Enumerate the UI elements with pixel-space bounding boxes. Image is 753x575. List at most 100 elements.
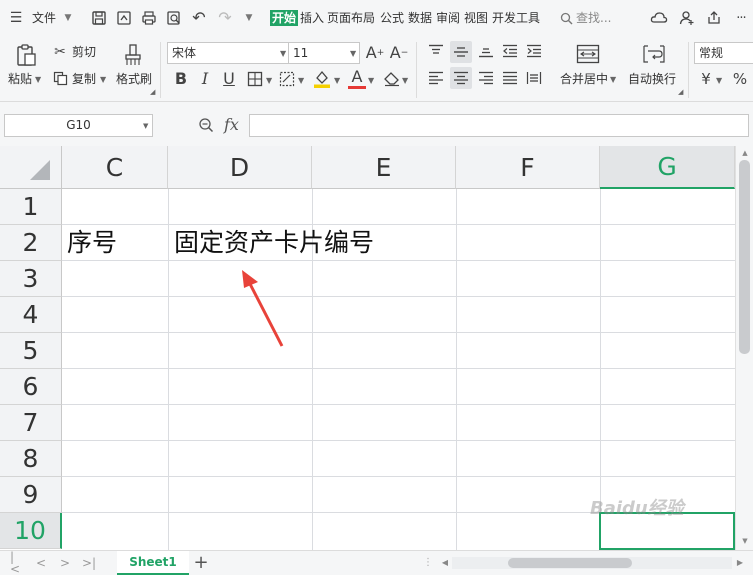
align-bottom-icon[interactable] [476, 41, 496, 61]
percent-button[interactable]: % [732, 69, 748, 89]
merge-center-icon[interactable] [575, 42, 601, 66]
column-header-f[interactable]: F [456, 146, 600, 189]
share-icon[interactable] [705, 9, 723, 27]
align-center-icon[interactable] [450, 67, 472, 89]
row-header-3[interactable]: 3 [0, 261, 62, 297]
scroll-up-icon[interactable]: ▲ [740, 148, 750, 158]
horizontal-scrollbar-thumb[interactable] [508, 558, 632, 568]
row-header-8[interactable]: 8 [0, 441, 62, 477]
print-preview-icon[interactable] [165, 9, 183, 27]
row-header-2[interactable]: 2 [0, 225, 62, 261]
print-icon[interactable] [140, 9, 158, 27]
more-options-icon[interactable]: ··· [732, 9, 750, 27]
eraser-icon[interactable] [382, 69, 402, 89]
cell-d2[interactable]: 固定资产卡片编号 [168, 225, 374, 261]
column-header-g[interactable]: G [600, 146, 735, 189]
redo-icon[interactable]: ↷ [216, 9, 234, 27]
scissors-icon[interactable]: ✂ [52, 44, 68, 60]
select-all-corner[interactable] [0, 146, 62, 189]
borders-dropdown-icon[interactable]: ▼ [266, 76, 272, 85]
quick-access-chevron-icon[interactable]: ▼ [243, 12, 255, 24]
align-right-icon[interactable] [476, 68, 496, 88]
merge-center-button[interactable]: 合并居中 [560, 72, 608, 86]
cell-c2[interactable]: 序号 [62, 225, 168, 261]
vertical-scrollbar[interactable]: ▲ ▼ [735, 146, 753, 550]
borders-icon[interactable] [246, 70, 264, 88]
font-color-icon[interactable]: A [348, 67, 366, 89]
fill-color-dropdown-icon[interactable]: ▼ [334, 76, 340, 85]
search-box[interactable]: 查找... [576, 11, 611, 25]
format-painter-icon[interactable] [122, 42, 144, 68]
alignment-launcher-icon[interactable]: ◢ [678, 88, 683, 96]
cell-style-icon[interactable] [278, 70, 296, 88]
row-header-9[interactable]: 9 [0, 477, 62, 513]
scroll-down-icon[interactable]: ▼ [740, 536, 750, 546]
clear-dropdown-icon[interactable]: ▼ [402, 76, 408, 85]
cell-style-dropdown-icon[interactable]: ▼ [298, 76, 304, 85]
chevron-down-icon[interactable]: ▼ [62, 12, 74, 24]
number-format-select[interactable]: 常规 [694, 42, 753, 64]
name-box[interactable]: G10 [4, 114, 153, 137]
paste-dropdown-icon[interactable]: ▼ [35, 75, 41, 84]
formula-input[interactable] [249, 114, 749, 137]
tab-data[interactable]: 数据 [408, 11, 432, 25]
tab-page-layout[interactable]: 页面布局 [327, 11, 375, 25]
name-box-dropdown-icon[interactable]: ▼ [143, 122, 148, 130]
insert-function-button[interactable]: fx [224, 115, 239, 134]
increase-indent-icon[interactable] [524, 41, 544, 61]
column-header-c[interactable]: C [62, 146, 168, 189]
currency-dropdown-icon[interactable]: ▼ [716, 76, 722, 85]
tab-insert[interactable]: 插入 [300, 11, 324, 25]
tab-splitter-icon[interactable]: ⋮ [423, 556, 433, 570]
save-icon[interactable] [90, 9, 108, 27]
file-menu[interactable]: 文件 [32, 11, 56, 25]
font-name-dropdown-icon[interactable]: ▼ [280, 49, 286, 58]
row-header-4[interactable]: 4 [0, 297, 62, 333]
clipboard-launcher-icon[interactable]: ◢ [150, 88, 155, 96]
prev-sheet-icon[interactable]: < [34, 556, 48, 570]
undo-icon[interactable]: ↶ [190, 9, 208, 27]
font-size-dropdown-icon[interactable]: ▼ [350, 49, 356, 58]
next-sheet-icon[interactable]: > [58, 556, 72, 570]
row-header-6[interactable]: 6 [0, 369, 62, 405]
font-color-dropdown-icon[interactable]: ▼ [368, 76, 374, 85]
scroll-left-icon[interactable]: ◀ [440, 557, 450, 569]
justify-icon[interactable] [500, 68, 520, 88]
scrollbar-thumb[interactable] [739, 160, 750, 354]
row-header-5[interactable]: 5 [0, 333, 62, 369]
zoom-lookup-icon[interactable] [197, 116, 215, 134]
decrease-indent-icon[interactable] [500, 41, 520, 61]
currency-button[interactable]: ¥ [698, 69, 714, 89]
wrap-text-button[interactable]: 自动换行 [628, 72, 676, 86]
font-name-select[interactable]: 宋体 [167, 42, 289, 64]
align-top-icon[interactable] [426, 41, 446, 61]
last-sheet-icon[interactable]: >| [82, 556, 96, 570]
column-header-d[interactable]: D [168, 146, 312, 189]
row-header-10[interactable]: 10 [0, 513, 62, 549]
paste-button[interactable]: 粘贴 [8, 72, 32, 86]
wrap-text-icon[interactable] [641, 42, 667, 66]
bold-button[interactable]: B [172, 69, 190, 89]
row-header-1[interactable]: 1 [0, 189, 62, 225]
share-user-icon[interactable] [678, 9, 696, 27]
align-middle-icon[interactable] [450, 41, 472, 63]
format-painter-button[interactable]: 格式刷 [116, 72, 152, 86]
scroll-right-icon[interactable]: ▶ [735, 557, 745, 569]
row-header-7[interactable]: 7 [0, 405, 62, 441]
first-sheet-icon[interactable]: |< [10, 551, 24, 575]
italic-button[interactable]: I [196, 69, 214, 89]
align-left-icon[interactable] [426, 68, 446, 88]
copy-icon[interactable] [52, 70, 68, 86]
tab-formulas[interactable]: 公式 [380, 11, 404, 25]
copy-dropdown-icon[interactable]: ▼ [100, 75, 106, 84]
horizontal-scrollbar[interactable] [452, 557, 732, 569]
paste-icon[interactable] [14, 42, 38, 68]
sheet-tab-sheet1[interactable]: Sheet1 [117, 551, 189, 575]
tab-view[interactable]: 视图 [464, 11, 488, 25]
tab-developer[interactable]: 开发工具 [492, 11, 540, 25]
tab-review[interactable]: 审阅 [436, 11, 460, 25]
column-header-e[interactable]: E [312, 146, 456, 189]
cut-button[interactable]: 剪切 [72, 45, 96, 59]
fill-color-icon[interactable] [312, 69, 332, 89]
export-pdf-icon[interactable] [115, 9, 133, 27]
